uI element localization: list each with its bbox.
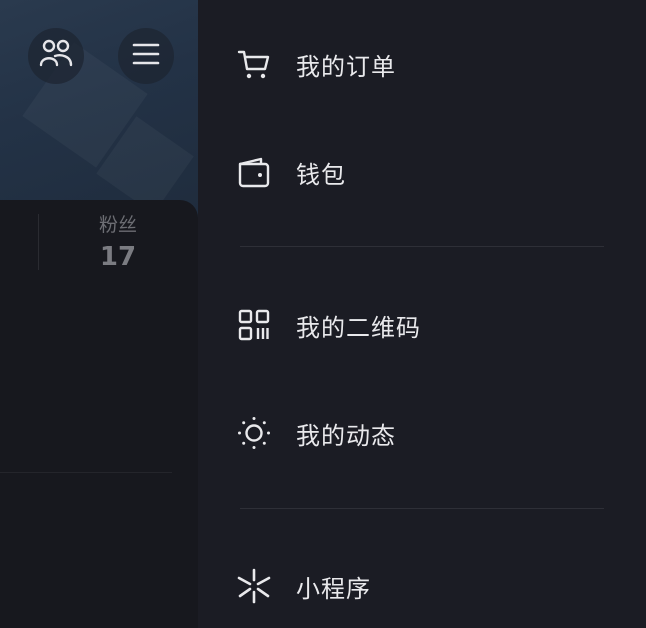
menu-item-moments[interactable]: 我的动态 (238, 411, 600, 455)
friends-button[interactable] (28, 28, 84, 84)
profile-page[interactable]: 粉丝 17 (0, 0, 198, 628)
mini-program-icon (236, 568, 272, 604)
menu-button[interactable] (118, 28, 174, 84)
menu-divider (240, 246, 604, 247)
card-divider (0, 472, 172, 473)
stat-divider (38, 214, 39, 270)
wallet-icon (236, 154, 272, 190)
qr-code-icon (236, 307, 272, 343)
fans-count[interactable]: 17 (86, 242, 150, 272)
menu-item-label: 小程序 (296, 574, 371, 603)
menu-item-label: 我的动态 (296, 421, 396, 450)
menu-item-label: 钱包 (296, 160, 346, 189)
friends-icon (39, 39, 73, 73)
menu-item-mini-programs[interactable]: 小程序 (237, 564, 600, 608)
menu-item-label: 我的订单 (296, 52, 396, 81)
fans-label: 粉丝 (98, 214, 137, 236)
hamburger-icon (132, 42, 160, 70)
menu-item-orders[interactable]: 我的订单 (237, 42, 600, 86)
menu-item-label: 我的二维码 (296, 313, 421, 342)
moments-icon (236, 415, 272, 451)
side-drawer: 我的订单 钱包 我的二维码 我的动态 小程序 (198, 0, 646, 628)
app-screen: 粉丝 17 我的订单 钱包 我的二维码 我的动态 小程序 (0, 0, 646, 628)
cart-icon (236, 46, 272, 82)
menu-item-wallet[interactable]: 钱包 (238, 150, 600, 194)
menu-item-qr-code[interactable]: 我的二维码 (238, 303, 600, 347)
menu-divider (240, 508, 604, 509)
profile-cover (0, 0, 198, 220)
